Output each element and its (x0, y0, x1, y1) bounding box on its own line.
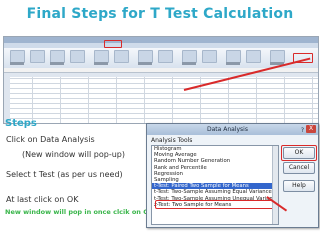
list-item[interactable]: t-Test: Two-Sample Assuming Unequal Vari… (152, 196, 278, 202)
help-icon[interactable]: ? (301, 125, 304, 136)
data-analysis-dialog: Data Analysis ? X Analysis Tools Histogr… (146, 123, 319, 228)
help-button[interactable]: Help (283, 180, 315, 192)
ribbon-label (138, 62, 152, 65)
ribbon-icon (246, 50, 261, 63)
list-item[interactable]: z-Test: Two Sample for Means (152, 202, 278, 208)
popup-note: New window will pop in once clcik on OK. (5, 208, 157, 216)
analysis-tools-label: Analysis Tools (151, 137, 193, 144)
ribbon-icon (202, 50, 217, 63)
row-headers (4, 73, 10, 123)
ribbon-icon (158, 50, 173, 63)
ok-button[interactable]: OK (283, 147, 315, 159)
ribbon-label (10, 62, 24, 65)
dialog-title-bar: Data Analysis ? X (147, 124, 318, 135)
ribbon-label (226, 62, 240, 65)
close-icon[interactable]: X (306, 125, 316, 133)
ribbon-label (94, 62, 108, 65)
step-select-t-test: Select t Test (as per us need) (6, 170, 123, 179)
step-popup-note: (New window will pop-up) (22, 150, 125, 159)
excel-ribbon (4, 48, 318, 69)
ribbon-label (50, 62, 64, 65)
cancel-button[interactable]: Cancel (283, 162, 315, 174)
spreadsheet-grid (4, 73, 318, 123)
analysis-tools-list[interactable]: Histogram Moving Average Random Number G… (151, 145, 279, 225)
step-click-data-analysis: Click on Data Analysis (6, 135, 95, 144)
ribbon-label (182, 62, 196, 65)
dialog-title: Data Analysis (207, 126, 248, 133)
data-tab-highlight (104, 40, 122, 48)
slide-title: Final Steps for T Test Calculation (26, 6, 294, 22)
step-click-ok: At last click on OK (6, 195, 79, 204)
ribbon-icon (30, 50, 45, 63)
ribbon-icon (114, 50, 129, 63)
list-item[interactable]: t-Test: Two-Sample Assuming Equal Varian… (152, 189, 278, 195)
column-headers (4, 73, 318, 77)
excel-screenshot (3, 36, 319, 124)
list-scrollbar[interactable] (272, 146, 278, 224)
steps-heading: Steps (5, 118, 37, 129)
ribbon-icon (70, 50, 85, 63)
